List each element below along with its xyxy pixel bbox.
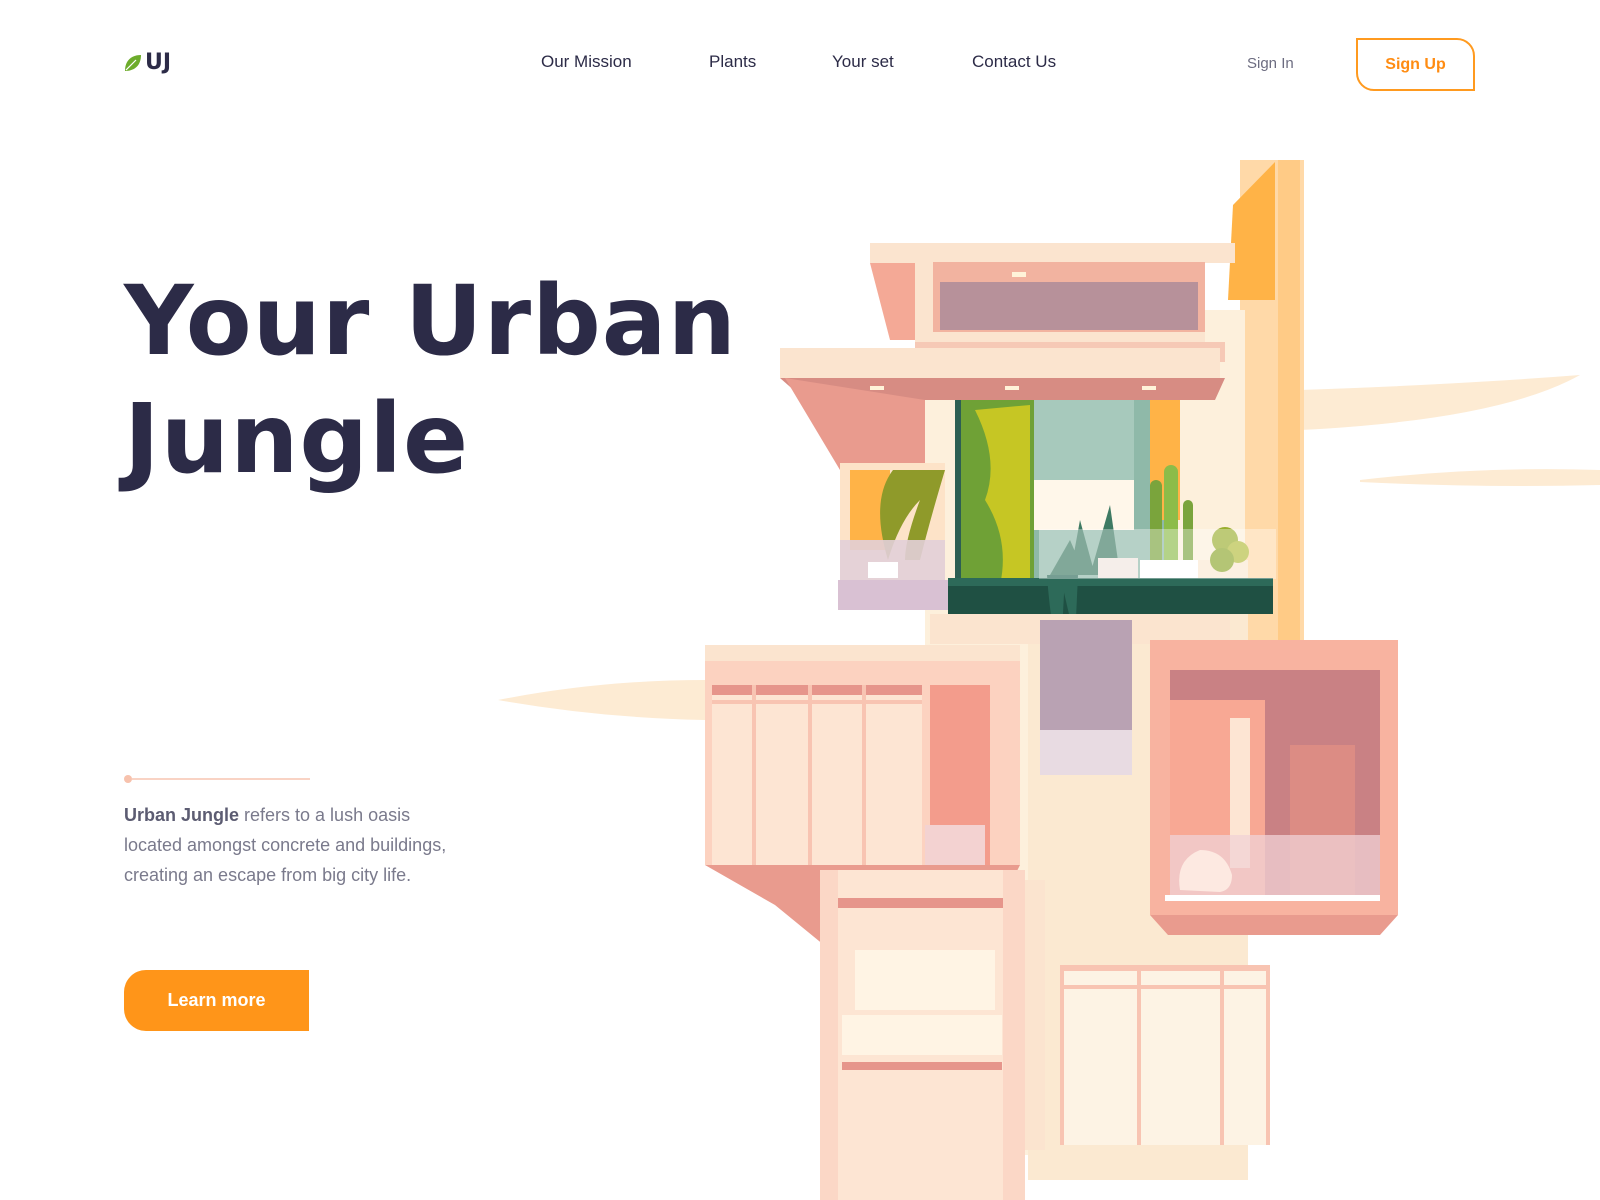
wind-streak-right-1	[1300, 375, 1580, 430]
hero-title: Your Urban Jungle	[124, 262, 764, 498]
logo-text: UJ	[145, 50, 172, 75]
sign-in-link[interactable]: Sign In	[1247, 55, 1294, 72]
hero-title-line-2: Jungle	[124, 383, 470, 495]
nav-your-set[interactable]: Your set	[832, 52, 894, 72]
wind-streak-right-2	[1360, 469, 1600, 486]
nav-our-mission[interactable]: Our Mission	[541, 52, 632, 72]
description-brand: Urban Jungle	[124, 805, 240, 825]
divider-line	[132, 778, 310, 780]
divider	[124, 775, 310, 783]
learn-more-button[interactable]: Learn more	[124, 970, 309, 1031]
nav-plants[interactable]: Plants	[709, 52, 756, 72]
divider-dot	[124, 775, 132, 783]
hero-title-line-1: Your Urban	[124, 265, 737, 377]
nav-contact-us[interactable]: Contact Us	[972, 52, 1056, 72]
leaf-icon	[125, 54, 141, 71]
wind-streak-left	[498, 680, 705, 720]
logo[interactable]: UJ	[124, 50, 171, 75]
hero-description: Urban Jungle refers to a lush oasis loca…	[124, 800, 454, 890]
landing-page: UJ Our Mission Plants Your set Contact U…	[0, 0, 1600, 1200]
sign-up-button[interactable]: Sign Up	[1356, 38, 1475, 91]
